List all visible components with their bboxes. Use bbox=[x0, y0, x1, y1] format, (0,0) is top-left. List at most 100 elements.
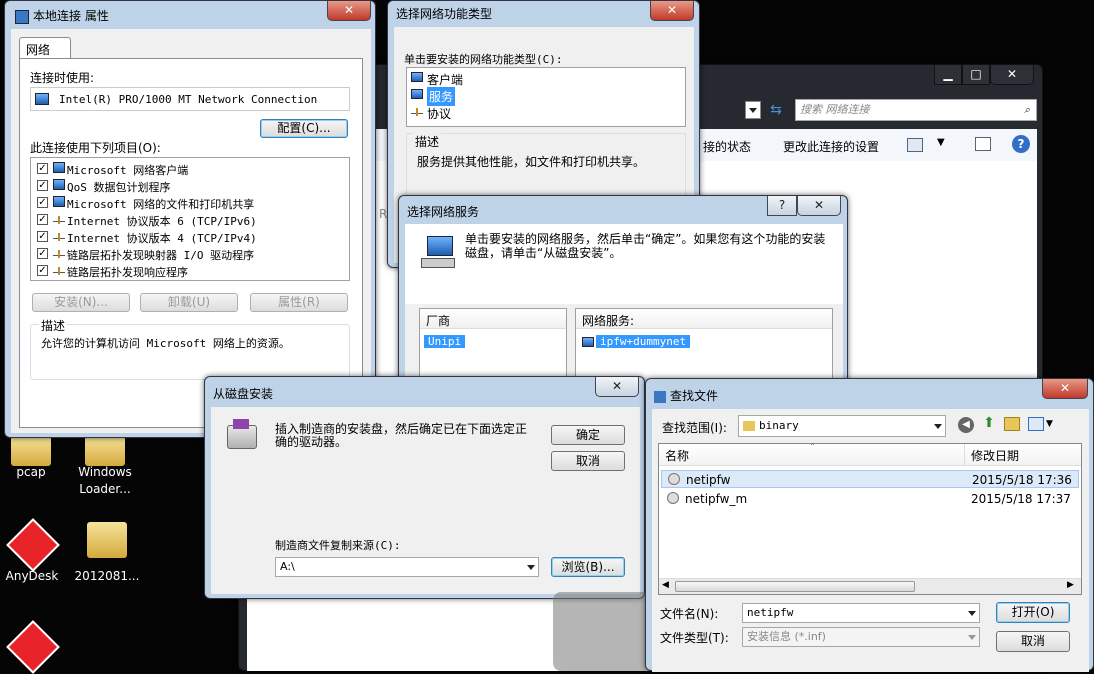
find-client: 查找范围(I): binary ◀ ⬆ ▼ 名称 ⌃ 修改日期 netipfw … bbox=[652, 409, 1089, 672]
item-checkbox[interactable]: ✓ bbox=[37, 197, 48, 208]
view-options-icon[interactable] bbox=[907, 138, 923, 152]
uninstall-button[interactable]: 卸载(U) bbox=[140, 293, 238, 312]
view-dropdown-icon[interactable]: ▼ bbox=[1046, 419, 1053, 429]
preview-pane-icon[interactable] bbox=[975, 137, 991, 151]
file-type-combo[interactable]: 安装信息 (*.inf) bbox=[742, 627, 980, 647]
list-item[interactable]: 协议 bbox=[411, 104, 531, 121]
list-item[interactable]: ✓ QoS 数据包计划程序 bbox=[37, 178, 337, 194]
description-label: 描述 bbox=[39, 317, 68, 334]
vendor-header[interactable]: 厂商 bbox=[420, 309, 566, 329]
feature-item-label: 协议 bbox=[427, 107, 452, 121]
network-service-window: 选择网络服务 ? ✕ 单击要安装的网络服务，然后单击“确定”。如果您有这个功能的… bbox=[398, 195, 848, 395]
item-checkbox[interactable]: ✓ bbox=[37, 214, 48, 225]
minimize-button[interactable]: ▁ bbox=[934, 65, 962, 85]
view-dropdown-icon[interactable]: ▼ bbox=[937, 137, 945, 148]
copy-from-label: 制造商文件复制来源(C): bbox=[275, 539, 401, 552]
back-icon[interactable]: ◀ bbox=[958, 417, 974, 433]
file-name-combo[interactable]: netipfw bbox=[742, 603, 980, 623]
toolbar-change-settings[interactable]: 更改此连接的设置 bbox=[783, 138, 879, 155]
network-service-icon bbox=[427, 236, 453, 256]
adapter-field: Intel(R) PRO/1000 MT Network Connection bbox=[30, 87, 350, 111]
close-button[interactable]: ✕ bbox=[650, 1, 694, 21]
list-item[interactable]: ✓ Internet 协议版本 4 (TCP/IPv4) bbox=[37, 229, 337, 245]
table-row[interactable]: netipfw_m 2015/5/18 17:37 bbox=[661, 490, 1079, 508]
list-item[interactable]: 服务 bbox=[411, 87, 531, 106]
description-text: 允许您的计算机访问 Microsoft 网络上的资源。 bbox=[41, 337, 290, 350]
desktop-icon-label: Windows Loader... bbox=[78, 465, 132, 496]
folder-icon bbox=[743, 421, 755, 431]
scrollbar-thumb[interactable] bbox=[675, 581, 915, 592]
properties-button[interactable]: 属性(R) bbox=[250, 293, 348, 312]
close-button[interactable]: ✕ bbox=[327, 1, 371, 21]
window-title: 查找文件 bbox=[654, 387, 718, 404]
network-connection-icon bbox=[15, 9, 29, 24]
refresh-icon[interactable]: ⇆ bbox=[765, 99, 787, 121]
scroll-right-icon[interactable]: ▶ bbox=[1067, 580, 1074, 590]
cancel-button[interactable]: 取消 bbox=[551, 451, 625, 471]
chevron-down-icon bbox=[934, 424, 942, 429]
close-button[interactable]: ✕ bbox=[1042, 379, 1088, 399]
list-item[interactable]: ✓ 链路层拓扑发现响应程序 bbox=[37, 263, 337, 279]
address-dropdown-arrow[interactable] bbox=[745, 101, 761, 119]
file-name: netipfw bbox=[686, 473, 731, 487]
folder-icon bbox=[11, 436, 51, 466]
view-menu-icon[interactable] bbox=[1028, 417, 1044, 431]
inf-file-icon bbox=[668, 473, 680, 485]
item-checkbox[interactable]: ✓ bbox=[37, 180, 48, 191]
item-checkbox[interactable]: ✓ bbox=[37, 163, 48, 174]
list-item[interactable]: 客户端 bbox=[411, 70, 531, 87]
service-header[interactable]: 网络服务: bbox=[576, 309, 832, 329]
horizontal-scrollbar[interactable]: ◀ ▶ bbox=[659, 578, 1081, 594]
install-button[interactable]: 安装(N)... bbox=[32, 293, 130, 312]
properties-client: 网络 连接时使用: Intel(R) PRO/1000 MT Network C… bbox=[11, 29, 371, 433]
item-checkbox[interactable]: ✓ bbox=[37, 248, 48, 259]
protocol-icon bbox=[53, 267, 65, 275]
close-button[interactable]: ✕ bbox=[990, 65, 1034, 85]
protocol-icon bbox=[411, 108, 423, 116]
list-item[interactable]: ✓ Microsoft 网络客户端 bbox=[37, 161, 337, 177]
item-checkbox[interactable]: ✓ bbox=[37, 231, 48, 242]
computer-base-icon bbox=[421, 258, 455, 268]
ok-button[interactable]: 确定 bbox=[551, 425, 625, 445]
tab-panel: 连接时使用: Intel(R) PRO/1000 MT Network Conn… bbox=[19, 58, 363, 428]
anydesk-icon bbox=[6, 518, 60, 572]
item-label: 链路层拓扑发现响应程序 bbox=[67, 266, 188, 279]
up-folder-icon[interactable]: ⬆ bbox=[980, 415, 998, 433]
list-item[interactable]: ✓ Internet 协议版本 6 (TCP/IPv6) bbox=[37, 212, 337, 228]
open-button[interactable]: 打开(O) bbox=[996, 602, 1070, 623]
help-icon[interactable]: ? bbox=[1012, 135, 1030, 153]
close-button[interactable]: ✕ bbox=[797, 196, 841, 216]
feature-item-label: 客户端 bbox=[427, 73, 464, 87]
install-disk-icon bbox=[233, 419, 249, 429]
copy-from-combo[interactable]: A:\ bbox=[275, 557, 539, 577]
window-title: 本地连接 属性 bbox=[15, 7, 109, 24]
file-type-label: 文件类型(T): bbox=[660, 631, 729, 645]
close-button[interactable]: ✕ bbox=[595, 377, 639, 397]
toolbar-connection-status[interactable]: 接的状态 bbox=[703, 138, 751, 155]
search-input[interactable]: 搜索 网络连接 ⌕ bbox=[795, 99, 1037, 121]
maximize-button[interactable]: □ bbox=[962, 65, 990, 85]
tab-network[interactable]: 网络 bbox=[19, 37, 71, 59]
cancel-button[interactable]: 取消 bbox=[996, 631, 1070, 652]
look-in-combo[interactable]: binary bbox=[738, 415, 946, 437]
list-item[interactable]: ✓ 链路层拓扑发现映射器 I/O 驱动程序 bbox=[37, 246, 337, 262]
item-checkbox[interactable]: ✓ bbox=[37, 265, 48, 276]
qos-icon bbox=[53, 179, 65, 190]
service-item[interactable]: ipfw+dummynet bbox=[596, 335, 691, 348]
list-item[interactable]: ✓ Microsoft 网络的文件和打印机共享 bbox=[37, 195, 337, 211]
new-folder-icon[interactable] bbox=[1004, 417, 1020, 431]
configure-button[interactable]: 配置(C)... bbox=[260, 119, 348, 138]
sort-up-icon: ⌃ bbox=[809, 442, 816, 451]
file-list: 名称 ⌃ 修改日期 netipfw 2015/5/18 17:36 netipf… bbox=[658, 442, 1082, 595]
scroll-left-icon[interactable]: ◀ bbox=[662, 580, 669, 590]
table-row[interactable]: netipfw 2015/5/18 17:36 bbox=[661, 470, 1079, 488]
chevron-down-icon bbox=[968, 635, 976, 640]
column-header-date[interactable]: 修改日期 bbox=[965, 444, 1081, 466]
desktop-icon-label: AnyDesk bbox=[5, 569, 59, 583]
browse-button[interactable]: 浏览(B)... bbox=[551, 557, 625, 577]
search-placeholder: 搜索 网络连接 bbox=[800, 103, 870, 116]
help-button[interactable]: ? bbox=[767, 196, 797, 216]
vendor-item[interactable]: Unipi bbox=[424, 335, 466, 348]
network-adapter-icon bbox=[35, 93, 49, 105]
adapter-name: Intel(R) PRO/1000 MT Network Connection bbox=[59, 93, 318, 106]
